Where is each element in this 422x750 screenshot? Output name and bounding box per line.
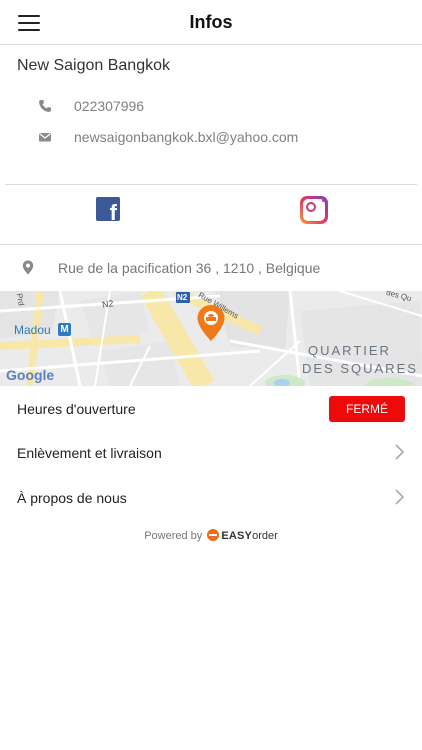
pickup-delivery-row[interactable]: Enlèvement et livraison bbox=[0, 431, 422, 475]
location-pin-icon bbox=[22, 260, 34, 275]
chevron-right-icon bbox=[395, 444, 404, 460]
phone-icon bbox=[39, 100, 51, 112]
address-row[interactable]: Rue de la pacification 36 , 1210 , Belgi… bbox=[0, 253, 422, 283]
map-label-squares: DES SQUARES bbox=[302, 361, 418, 376]
metro-icon: M bbox=[58, 323, 71, 336]
map-label-n2-badge: N2 bbox=[177, 293, 188, 302]
about-us-label: À propos de nous bbox=[17, 490, 127, 506]
address-text: Rue de la pacification 36 , 1210 , Belgi… bbox=[58, 260, 321, 276]
divider bbox=[5, 184, 417, 185]
powered-by-text: Powered by bbox=[144, 530, 203, 542]
easyorder-logo-icon bbox=[207, 529, 220, 541]
instagram-icon[interactable] bbox=[300, 196, 328, 224]
brand-name-bold: EASY bbox=[221, 530, 253, 542]
envelope-icon bbox=[39, 133, 51, 142]
status-badge: FERMÉ bbox=[329, 396, 405, 422]
map-label-prd: Prd bbox=[14, 292, 26, 307]
map-view[interactable]: N2 N2 Prd des Qu Rue Willems Madou M QUA… bbox=[0, 291, 422, 386]
powered-by-footer: Powered by EASYorder bbox=[0, 529, 422, 542]
brand-name-rest: order bbox=[252, 530, 278, 542]
phone-row[interactable]: 022307996 bbox=[0, 96, 422, 120]
email-row[interactable]: newsaigonbangkok.bxl@yahoo.com bbox=[0, 127, 422, 151]
pickup-delivery-label: Enlèvement et livraison bbox=[17, 445, 162, 461]
page-title: Infos bbox=[189, 12, 233, 32]
phone-number: 022307996 bbox=[74, 98, 145, 114]
map-label-madou: Madou bbox=[14, 323, 51, 337]
map-label-n2: N2 bbox=[101, 298, 115, 310]
map-label-quartier: QUARTIER bbox=[308, 343, 391, 358]
map-marker-icon bbox=[197, 305, 225, 341]
google-logo: Google bbox=[6, 367, 55, 383]
facebook-icon[interactable]: f bbox=[96, 197, 120, 221]
restaurant-name: New Saigon Bangkok bbox=[17, 57, 170, 74]
chevron-right-icon bbox=[395, 489, 404, 505]
top-bar: Infos bbox=[0, 0, 422, 45]
email-address: newsaigonbangkok.bxl@yahoo.com bbox=[74, 129, 299, 145]
opening-hours-label: Heures d'ouverture bbox=[17, 401, 136, 417]
about-us-row[interactable]: À propos de nous bbox=[0, 476, 422, 520]
divider bbox=[0, 244, 422, 245]
